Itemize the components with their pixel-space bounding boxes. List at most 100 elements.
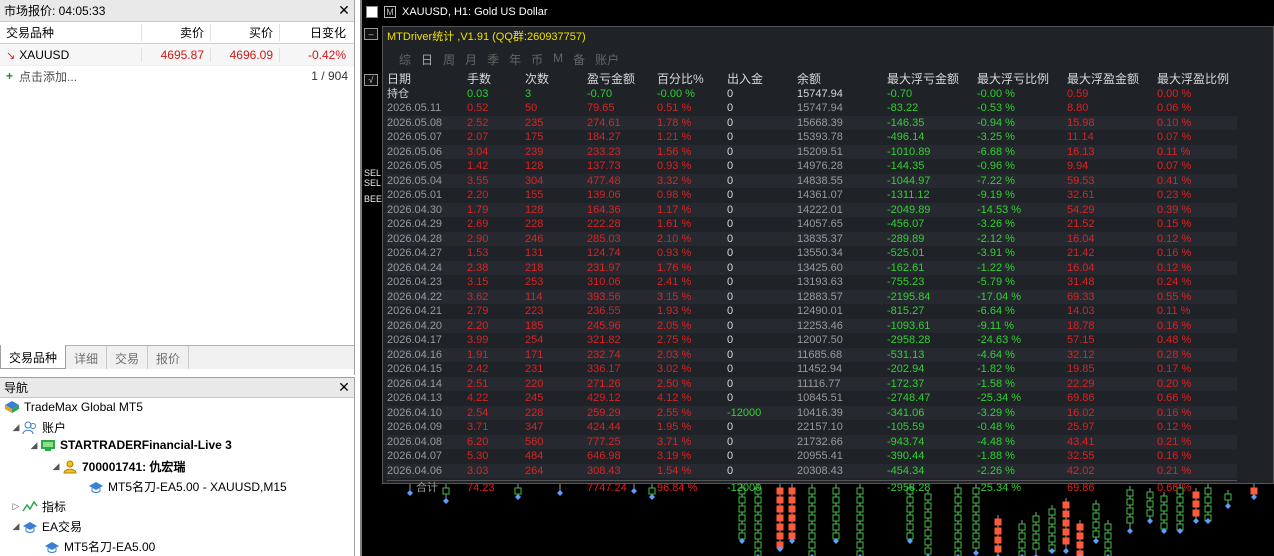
col-change[interactable]: 日变化 xyxy=(279,24,352,41)
collapse-icon[interactable]: ◢ xyxy=(50,461,62,472)
tree-accounts[interactable]: ◢ 账户 xyxy=(10,419,66,436)
tab-symbols[interactable]: 交易品种 xyxy=(0,345,67,369)
collapse-icon[interactable]: ◢ xyxy=(10,521,22,532)
tree-ea-item[interactable]: MT5名刀-EA5.00 xyxy=(44,538,155,555)
stats-row: 2026.04.07 5.30 484 646.98 3.19 % 0 20955.41 -3… xyxy=(387,449,1237,464)
stats-cell: 2.69 xyxy=(467,218,489,230)
stats-cell: 185 xyxy=(525,319,544,332)
stats-row: 2026.04.06 3.03 264 308.43 1.54 % 0 20308.43 -4… xyxy=(387,463,1237,478)
tree-experts[interactable]: ◢ EA交易 xyxy=(10,518,82,535)
stats-cell: -0.70 xyxy=(887,87,913,100)
chart-window[interactable]: M XAUUSD, H1: Gold US Dollar – √ SEL SEL… xyxy=(360,0,1274,556)
stats-title: MTDriver统计 ,V1.91 (QQ群:260937757) xyxy=(387,31,586,43)
stats-cell: 22157.10 xyxy=(797,421,843,433)
stats-cell: 出入金 xyxy=(727,72,764,86)
stats-cell: 218 xyxy=(525,261,544,274)
stats-cell: 11116.77 xyxy=(797,377,841,390)
stats-cell: 0 xyxy=(727,203,734,216)
stats-cell: -1311.12 xyxy=(887,189,930,201)
mql-icon: M xyxy=(384,6,396,18)
col-bid[interactable]: 卖价 xyxy=(141,24,210,41)
stats-cell: 2026.04.06 xyxy=(387,464,443,477)
stats-tab[interactable]: 综 xyxy=(399,51,411,69)
stats-cell: 114 xyxy=(525,290,543,303)
stats-cell: 0 xyxy=(727,218,734,230)
order-marker xyxy=(1193,518,1199,524)
stats-cell: 223 xyxy=(525,305,544,317)
stats-cell: 最大浮亏金额 xyxy=(887,72,960,86)
stats-cell: 245 xyxy=(525,392,544,404)
tree-account[interactable]: ◢ 700001741: 仇宏瑞 xyxy=(50,458,185,475)
candle-body xyxy=(972,541,980,549)
candle-body xyxy=(994,536,1002,544)
stats-tab[interactable]: 币 xyxy=(531,51,543,69)
stats-cell: 0.16 % xyxy=(1157,450,1192,462)
stats-cell: 164.36 xyxy=(587,203,621,216)
tree-broker[interactable]: TradeMax Global MT5 xyxy=(4,400,143,414)
stats-tab[interactable]: 备 xyxy=(573,51,585,69)
stats-total-row: 合计 74.23 7747.24 96.84 % -12000 -2958.28 -25.3… xyxy=(387,480,1237,495)
order-marker xyxy=(649,494,655,500)
close-icon[interactable]: ✕ xyxy=(334,2,354,19)
stats-cell: 79.65 xyxy=(587,102,615,114)
tab-details[interactable]: 详细 xyxy=(66,346,108,369)
col-ask[interactable]: 买价 xyxy=(210,24,279,41)
stats-cell: 57.15 xyxy=(1067,334,1095,346)
stats-cell: 3.71 % xyxy=(657,435,692,448)
stats-tab[interactable]: M xyxy=(553,51,563,69)
stats-cell: 2.20 xyxy=(467,319,489,332)
stats-tab[interactable]: 月 xyxy=(465,51,477,69)
stats-cell: 0.51 % xyxy=(657,102,692,114)
stats-cell: 16.13 xyxy=(1067,145,1095,158)
chart-title: XAUUSD, H1: Gold US Dollar xyxy=(402,6,548,18)
stats-cell: 21.52 xyxy=(1067,218,1095,230)
stats-tab[interactable]: 周 xyxy=(443,51,455,69)
add-symbol-row[interactable]: + 点击添加... 1 / 904 xyxy=(0,66,354,86)
navigator-panel: 导航 ✕ TradeMax Global MT5 ◢ 账户 ◢ STARTRAD… xyxy=(0,377,355,556)
stats-cell: -1.58 % xyxy=(977,377,1015,390)
stats-cell: 3.71 xyxy=(467,421,489,433)
stats-tab[interactable]: 日 xyxy=(421,51,433,69)
candle-body xyxy=(954,541,962,549)
stats-row: 2026.04.20 2.20 185 245.96 2.05 % 0 12253.46 -1… xyxy=(387,318,1237,333)
graduation-cap-icon xyxy=(89,481,103,493)
stats-cell: 175 xyxy=(525,131,544,143)
check-icon[interactable]: √ xyxy=(364,74,378,86)
stats-cell: 2026.04.17 xyxy=(387,334,443,346)
candle-body xyxy=(754,514,762,522)
stats-cell: 盈亏金额 xyxy=(587,72,636,86)
candle-body xyxy=(738,496,746,504)
col-symbol[interactable]: 交易品种 xyxy=(0,24,141,41)
stats-tab[interactable]: 账户 xyxy=(595,51,619,69)
candle-body xyxy=(1224,493,1232,501)
candle-body xyxy=(738,505,746,513)
tab-trading[interactable]: 交易 xyxy=(107,346,149,369)
collapse-icon[interactable]: ◢ xyxy=(28,440,40,451)
stats-cell: 32.55 xyxy=(1067,450,1095,462)
chart-grid-icon[interactable] xyxy=(366,6,378,18)
stats-cell: -24.63 % xyxy=(977,334,1022,346)
stats-row: 2026.05.08 2.52 235 274.61 1.78 % 0 15668.39 -1… xyxy=(387,115,1237,130)
symbol-row[interactable]: ↘ XAUUSD 4695.87 4696.09 -0.42% xyxy=(0,44,354,66)
stats-cell: -3.26 % xyxy=(977,218,1015,230)
candle-body xyxy=(1204,496,1212,504)
stats-cell: -815.27 xyxy=(887,305,925,317)
tab-ticks[interactable]: 报价 xyxy=(148,346,190,369)
tree-server[interactable]: ◢ STARTRADERFinancial-Live 3 xyxy=(28,438,232,452)
stats-tab[interactable]: 年 xyxy=(509,51,521,69)
minimize-icon[interactable]: – xyxy=(364,28,378,40)
stats-cell: 0 xyxy=(727,145,734,158)
stats-cell: 0.16 % xyxy=(1157,319,1192,332)
close-icon[interactable]: ✕ xyxy=(334,379,354,396)
stats-cell: 0 xyxy=(727,348,734,361)
collapse-icon[interactable]: ◢ xyxy=(10,422,22,433)
stats-cell: 1.17 % xyxy=(657,203,692,216)
expand-icon[interactable]: ▷ xyxy=(10,501,22,512)
tree-ea-attached[interactable]: MT5名刀-EA5.00 - XAUUSD,M15 xyxy=(88,478,287,495)
stats-tab[interactable]: 季 xyxy=(487,51,499,69)
stats-cell: 3.99 xyxy=(467,334,489,346)
stats-cell: 171 xyxy=(525,348,544,361)
stats-cell: 2026.04.13 xyxy=(387,392,443,404)
stats-cell: 0 xyxy=(727,290,734,303)
tree-indicators[interactable]: ▷ 指标 xyxy=(10,498,66,515)
